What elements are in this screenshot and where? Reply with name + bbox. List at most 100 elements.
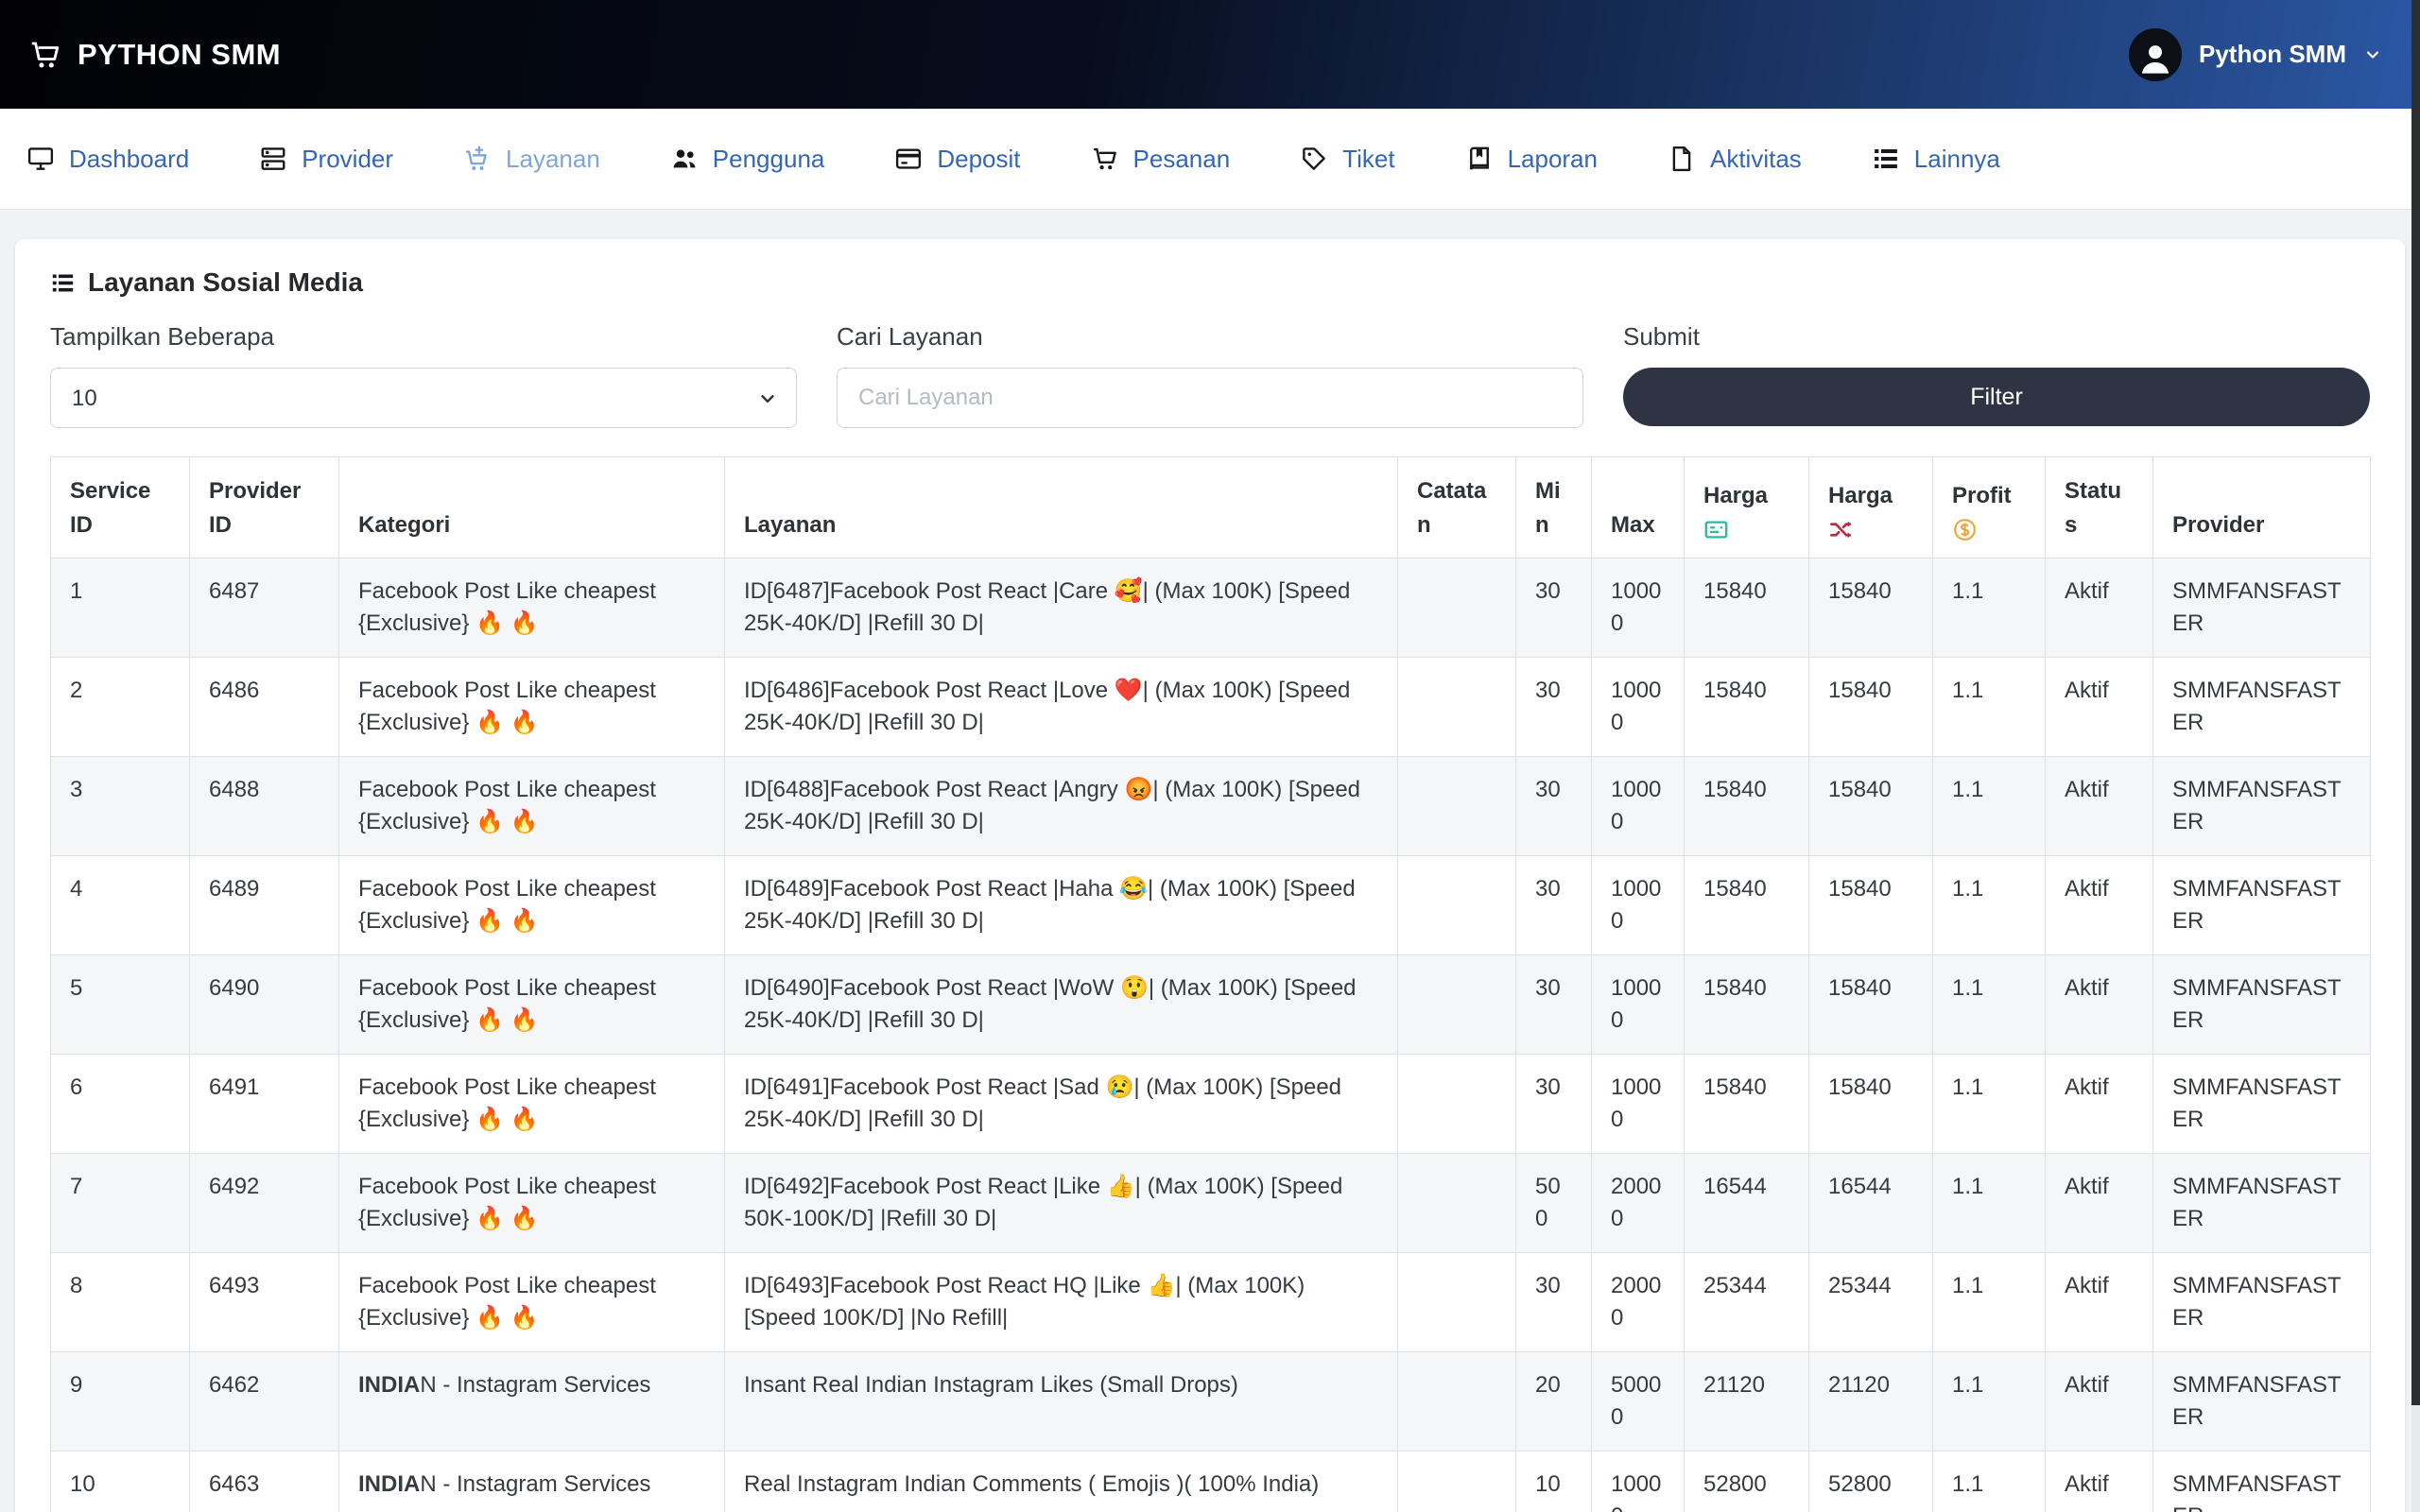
nav-item-aktivitas[interactable]: Aktivitas: [1668, 145, 1802, 174]
cell-min: 30: [1516, 1253, 1592, 1352]
user-menu[interactable]: Python SMM: [2129, 28, 2382, 81]
cell-profit: 1.1: [1933, 1154, 2046, 1253]
nav-item-pengguna[interactable]: Pengguna: [670, 145, 825, 174]
col-kategori: Kategori: [339, 457, 725, 558]
cell-pid: 6463: [190, 1452, 339, 1512]
cell-harga-modal: 15840: [1685, 658, 1809, 757]
cell-sid: 5: [51, 955, 190, 1055]
cell-pid: 6488: [190, 757, 339, 856]
kategori-text: Facebook Post Like cheapest {Exclusive} …: [358, 975, 656, 1033]
table-row: 46489Facebook Post Like cheapest {Exclus…: [51, 856, 2371, 955]
cell-layanan: ID[6487]Facebook Post React |Care 🥰| (Ma…: [725, 558, 1398, 658]
cell-harga-modal: 15840: [1685, 558, 1809, 658]
nav-item-dashboard[interactable]: Dashboard: [26, 145, 189, 174]
services-table: Service ID Provider ID Kategori Layanan …: [50, 456, 2371, 1512]
nav-item-laporan[interactable]: Laporan: [1465, 145, 1598, 174]
col-catatan: Catatan: [1398, 457, 1516, 558]
nav-item-label: Pengguna: [713, 145, 825, 174]
show-count-select[interactable]: 10: [50, 368, 797, 428]
nav-item-layanan[interactable]: Layanan: [463, 145, 600, 174]
nav-item-lainnya[interactable]: Lainnya: [1872, 145, 2000, 174]
cell-max: 20000: [1592, 1253, 1685, 1352]
cell-catatan: [1398, 658, 1516, 757]
cell-harga-jual: 21120: [1809, 1352, 1933, 1452]
kategori-bold-text: INDIA: [358, 1471, 420, 1497]
dollar-coin-icon: [1952, 517, 1978, 542]
cell-max: 10000: [1592, 1452, 1685, 1512]
cell-harga-modal: 15840: [1685, 856, 1809, 955]
cell-harga-modal: 52800: [1685, 1452, 1809, 1512]
cell-status: Aktif: [2046, 1055, 2153, 1154]
chevron-down-icon: [2363, 45, 2382, 64]
nav-item-provider[interactable]: Provider: [259, 145, 393, 174]
cell-catatan: [1398, 558, 1516, 658]
nav-item-label: Provider: [302, 145, 393, 174]
brand-logo[interactable]: PYTHON SMM: [28, 38, 281, 72]
cell-provider: SMMFANSFASTER: [2153, 1452, 2371, 1512]
nav-item-label: Lainnya: [1914, 145, 2000, 174]
cell-kategori: Facebook Post Like cheapest {Exclusive} …: [339, 558, 725, 658]
cell-sid: 2: [51, 658, 190, 757]
cell-pid: 6491: [190, 1055, 339, 1154]
services-card: Layanan Sosial Media Tampilkan Beberapa …: [15, 239, 2405, 1512]
cell-max: 50000: [1592, 1352, 1685, 1452]
cell-sid: 6: [51, 1055, 190, 1154]
scrollbar-thumb[interactable]: [2411, 0, 2420, 1405]
vertical-scrollbar: [2411, 0, 2420, 1512]
nav-item-tiket[interactable]: Tiket: [1300, 145, 1394, 174]
tag-icon: [1300, 145, 1328, 173]
nav-item-label: Deposit: [937, 145, 1020, 174]
cell-status: Aktif: [2046, 658, 2153, 757]
cell-layanan: Real Instagram Indian Comments ( Emojis …: [725, 1452, 1398, 1512]
cell-profit: 1.1: [1933, 757, 2046, 856]
cell-layanan: ID[6490]Facebook Post React |WoW 😲| (Max…: [725, 955, 1398, 1055]
cell-kategori: Facebook Post Like cheapest {Exclusive} …: [339, 1055, 725, 1154]
cell-layanan: ID[6488]Facebook Post React |Angry 😡| (M…: [725, 757, 1398, 856]
nav-item-label: Tiket: [1342, 145, 1394, 174]
cell-catatan: [1398, 1352, 1516, 1452]
table-row: 66491Facebook Post Like cheapest {Exclus…: [51, 1055, 2371, 1154]
avatar: [2129, 28, 2182, 81]
cell-pid: 6490: [190, 955, 339, 1055]
cell-kategori: Facebook Post Like cheapest {Exclusive} …: [339, 658, 725, 757]
search-label: Cari Layanan: [837, 322, 1583, 352]
cell-kategori: INDIAN - Instagram Services: [339, 1452, 725, 1512]
cell-pid: 6492: [190, 1154, 339, 1253]
cell-sid: 4: [51, 856, 190, 955]
cell-kategori: Facebook Post Like cheapest {Exclusive} …: [339, 955, 725, 1055]
cell-harga-modal: 21120: [1685, 1352, 1809, 1452]
page-title: Layanan Sosial Media: [50, 267, 2370, 298]
cell-kategori: INDIAN - Instagram Services: [339, 1352, 725, 1452]
kategori-text: Facebook Post Like cheapest {Exclusive} …: [358, 777, 656, 834]
cell-status: Aktif: [2046, 1452, 2153, 1512]
cell-catatan: [1398, 1452, 1516, 1512]
cell-harga-jual: 25344: [1809, 1253, 1933, 1352]
cell-layanan: ID[6486]Facebook Post React |Love ❤️| (M…: [725, 658, 1398, 757]
cell-profit: 1.1: [1933, 856, 2046, 955]
kategori-text: N - Instagram Services: [420, 1372, 650, 1398]
filter-button[interactable]: Filter: [1623, 368, 2370, 426]
cell-min: 500: [1516, 1154, 1592, 1253]
col-service-id: Service ID: [51, 457, 190, 558]
cell-kategori: Facebook Post Like cheapest {Exclusive} …: [339, 856, 725, 955]
nav-item-deposit[interactable]: Deposit: [894, 145, 1020, 174]
cell-sid: 10: [51, 1452, 190, 1512]
cell-max: 10000: [1592, 558, 1685, 658]
cell-provider: SMMFANSFASTER: [2153, 856, 2371, 955]
table-row: 36488 Facebook Post Like cheapest {Exclus…: [51, 757, 2371, 856]
cell-kategori: Facebook Post Like cheapest {Exclusive} …: [339, 757, 725, 856]
cell-pid: 6493: [190, 1253, 339, 1352]
cell-provider: SMMFANSFASTER: [2153, 658, 2371, 757]
nav-item-pesanan[interactable]: Pesanan: [1091, 145, 1231, 174]
cell-sid: 3: [51, 757, 190, 856]
search-input[interactable]: [837, 368, 1583, 428]
cell-catatan: [1398, 1055, 1516, 1154]
cell-harga-jual: 15840: [1809, 757, 1933, 856]
table-row: 96462INDIAN - Instagram ServicesInsant R…: [51, 1352, 2371, 1452]
table-row: 106463INDIAN - Instagram ServicesReal In…: [51, 1452, 2371, 1512]
col-max: Max: [1592, 457, 1685, 558]
cell-provider: SMMFANSFASTER: [2153, 1352, 2371, 1452]
credit-card-icon: [894, 145, 923, 173]
cell-layanan: ID[6489]Facebook Post React |Haha 😂| (Ma…: [725, 856, 1398, 955]
show-count-label: Tampilkan Beberapa: [50, 322, 797, 352]
